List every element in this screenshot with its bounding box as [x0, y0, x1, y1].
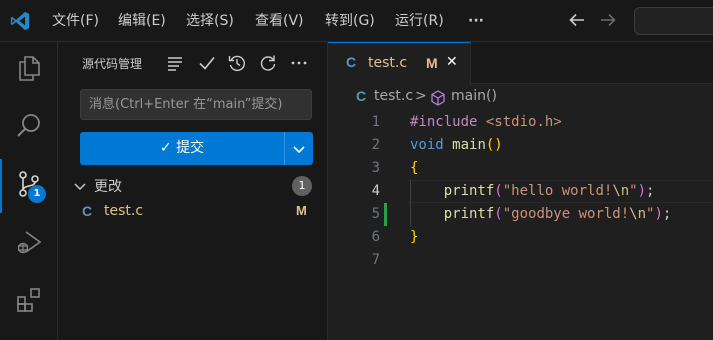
code-token: main — [452, 137, 486, 153]
more-actions-icon[interactable] — [289, 53, 309, 73]
code-token: <stdio.h> — [485, 114, 562, 130]
commit-check-icon[interactable] — [197, 53, 217, 73]
c-language-icon: C — [346, 54, 357, 70]
tab-file-name: test.c — [368, 55, 408, 71]
code-token: ; — [662, 206, 672, 222]
menu-more[interactable]: ··· — [468, 0, 484, 42]
line-number: 1 — [371, 114, 380, 130]
line-code: printf("goodbye world!\n"); — [410, 203, 672, 226]
editor-tab-test-c[interactable]: C test.c M ✕ — [328, 42, 471, 84]
file-status-modified: M — [296, 203, 307, 218]
code-token: "goodbye world! — [502, 206, 630, 222]
code-line[interactable]: 3{ — [328, 157, 713, 180]
history-icon[interactable] — [227, 53, 247, 73]
line-code: } — [410, 226, 418, 249]
code-line[interactable]: 2 void main() — [328, 134, 713, 157]
view-as-list-icon[interactable] — [165, 53, 185, 73]
method-cube-icon — [431, 90, 445, 106]
line-number: 7 — [371, 252, 380, 268]
changes-group-header[interactable]: 更改 1 — [58, 175, 327, 197]
line-number: 6 — [371, 229, 380, 245]
line-number: 2 — [371, 137, 380, 153]
refresh-icon[interactable] — [258, 53, 278, 73]
editor-area: C test.c M ✕ C test.c > main() 1 #include… — [328, 42, 713, 340]
code-token: () — [485, 137, 503, 153]
breadcrumb: C test.c > main() — [328, 87, 713, 109]
c-language-icon: C — [82, 203, 93, 219]
line-code: void main() — [410, 134, 503, 157]
line-number: 3 — [371, 160, 380, 176]
menu-file[interactable]: 文件(F) — [52, 0, 99, 42]
code-token: "hello world! — [502, 183, 613, 199]
menu-go[interactable]: 转到(G) — [325, 0, 375, 42]
panel-title: 源代码管理 — [82, 57, 143, 71]
code-token: ) — [654, 206, 663, 222]
line-code: { — [410, 157, 418, 180]
activity-bar: 1 — [0, 42, 58, 340]
title-bar: 文件(F) 编辑(E) 选择(S) 查看(V) 转到(G) 运行(R) ··· — [0, 0, 713, 42]
code-line[interactable]: 1 #include <stdio.h> — [328, 111, 713, 134]
code-line[interactable]: 4 printf("hello world!\n"); — [328, 180, 713, 203]
breadcrumb-symbol[interactable]: main() — [451, 88, 497, 104]
active-view-indicator — [0, 159, 2, 213]
code-token: ) — [637, 183, 647, 199]
code-token: { — [410, 160, 419, 176]
code-token: printf — [443, 206, 495, 222]
code-token: \n — [629, 206, 647, 222]
chevron-down-icon — [74, 183, 86, 190]
line-number: 4 — [371, 183, 380, 199]
commit-dropdown-button[interactable] — [284, 132, 313, 165]
forward-arrow-icon[interactable] — [598, 10, 618, 30]
line-code: printf("hello world!\n"); — [410, 180, 655, 203]
commit-message-input[interactable]: 消息(Ctrl+Enter 在“main”提交) — [80, 89, 312, 120]
back-arrow-icon[interactable] — [567, 10, 587, 30]
code-token: ( — [494, 206, 503, 222]
command-center[interactable] — [634, 7, 713, 35]
code-token: ( — [494, 183, 503, 199]
breadcrumb-file[interactable]: test.c — [374, 88, 413, 104]
explorer-icon[interactable] — [14, 53, 44, 83]
code-token: #include — [410, 114, 478, 130]
menu-selection[interactable]: 选择(S) — [186, 0, 234, 42]
menu-view[interactable]: 查看(V) — [255, 0, 304, 42]
commit-button[interactable]: ✓ 提交 — [80, 132, 284, 165]
source-control-panel: 源代码管理 消息(Ctrl+Enter 在“main”提交) ✓ 提交 更改 1… — [58, 42, 328, 340]
changed-file-item[interactable]: C test.c M — [58, 202, 327, 224]
code-token: \n — [612, 183, 630, 199]
extensions-icon[interactable] — [14, 285, 44, 315]
tab-modified-indicator: M — [426, 55, 438, 71]
close-icon[interactable]: ✕ — [446, 54, 458, 70]
changes-count-badge: 1 — [292, 176, 312, 196]
indent-guide — [410, 180, 411, 226]
vscode-logo-icon[interactable] — [9, 10, 31, 32]
breadcrumb-separator: > — [415, 88, 427, 104]
menu-edit[interactable]: 编辑(E) — [118, 0, 166, 42]
code-token: printf — [443, 183, 495, 199]
code-token: ; — [646, 183, 655, 199]
chevron-down-icon — [293, 146, 305, 154]
line-code: #include <stdio.h> — [410, 111, 562, 134]
menu-run[interactable]: 运行(R) — [395, 0, 444, 42]
editor-tab-bar: C test.c M ✕ — [328, 42, 713, 84]
changes-label: 更改 — [94, 179, 122, 195]
run-debug-icon[interactable] — [14, 227, 44, 257]
c-language-icon: C — [356, 88, 367, 104]
code-token: " — [629, 183, 638, 199]
changed-file-name: test.c — [104, 203, 144, 219]
code-line[interactable]: 7 — [328, 249, 713, 272]
line-number: 5 — [371, 206, 380, 222]
code-line[interactable]: 6} — [328, 226, 713, 249]
code-token: } — [410, 229, 419, 245]
search-icon[interactable] — [14, 111, 44, 141]
source-control-badge: 1 — [28, 185, 46, 203]
code-token: void — [410, 137, 444, 153]
code-line[interactable]: 5 printf("goodbye world!\n"); — [328, 203, 713, 226]
